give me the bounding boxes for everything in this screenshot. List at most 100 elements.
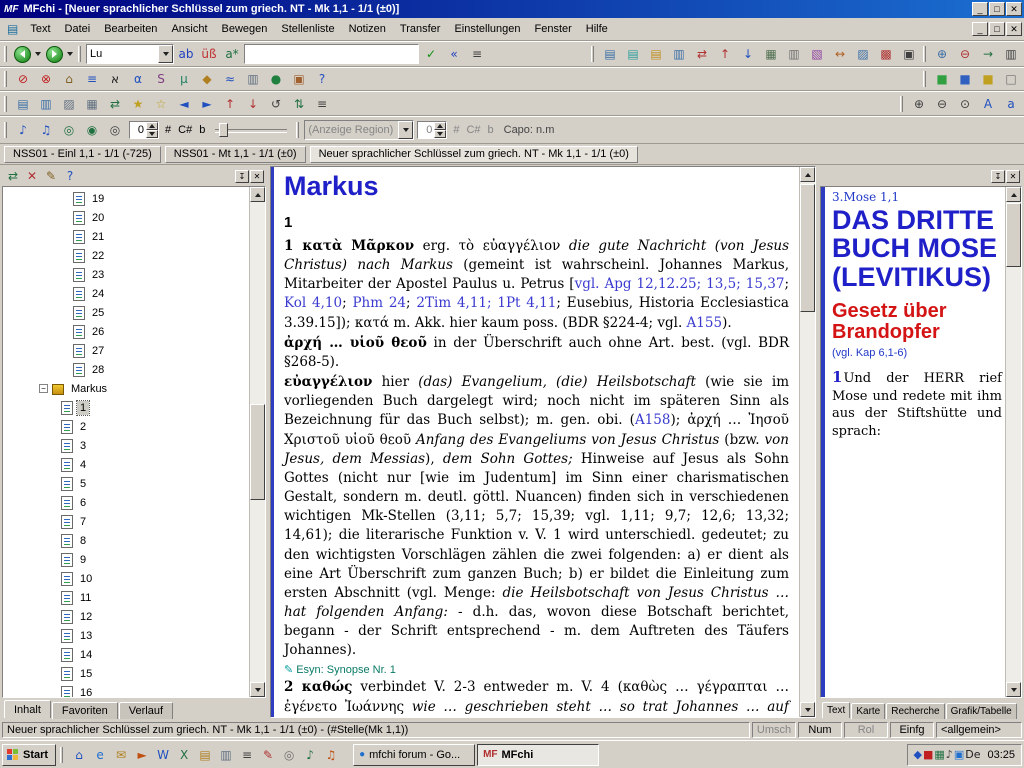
transpose-stepper[interactable]: 0	[129, 121, 159, 139]
concordance-icon[interactable]: ≈	[219, 69, 241, 89]
stop-playback-icon[interactable]: ◎	[104, 120, 126, 140]
sheet-view-icon[interactable]: ♫	[35, 120, 57, 140]
tempo-slider[interactable]	[215, 121, 287, 139]
menu-einstellungen[interactable]: Einstellungen	[447, 19, 527, 39]
edit-entry-icon[interactable]: ✎	[42, 168, 60, 185]
split-horizontal-icon[interactable]: ▤	[12, 94, 34, 114]
note-label[interactable]: C#	[178, 124, 192, 136]
text-columns-icon[interactable]: ▥	[783, 44, 805, 64]
highlight-yellow-icon[interactable]: ■	[977, 69, 999, 89]
tree-item[interactable]: 2	[3, 417, 249, 436]
scroll-down-button[interactable]	[800, 702, 815, 717]
parallel-scrollbar[interactable]	[1005, 187, 1021, 697]
font-smaller-icon[interactable]: a	[1000, 94, 1022, 114]
search-options-icon[interactable]: ≡	[466, 44, 488, 64]
internet-explorer-icon[interactable]: e	[90, 744, 110, 766]
tree-item-mk-1[interactable]: 1	[3, 398, 249, 417]
display-tray-icon[interactable]: ▣	[954, 748, 964, 761]
outlook-icon[interactable]: ✉	[111, 744, 131, 766]
menu-text[interactable]: Text	[23, 19, 57, 39]
font-larger-icon[interactable]: A	[977, 94, 999, 114]
start-button[interactable]: Start	[2, 744, 56, 766]
calculator-icon[interactable]: ≡	[237, 744, 257, 766]
menu-bearbeiten[interactable]: Bearbeiten	[97, 19, 164, 39]
scroll-thumb[interactable]	[800, 184, 815, 312]
toolbar-grip[interactable]	[4, 46, 7, 62]
tree-item[interactable]: 16	[3, 683, 249, 697]
toolbar-grip[interactable]	[78, 46, 81, 62]
menu-transfer[interactable]: Transfer	[393, 19, 448, 39]
note-label[interactable]: #	[165, 124, 171, 136]
tree-item[interactable]: 21	[3, 227, 249, 246]
scroll-track[interactable]	[1006, 202, 1021, 682]
tab-inhalt[interactable]: Inhalt	[4, 700, 51, 718]
child-caption-mk[interactable]: Neuer sprachlicher Schlüssel zum griech.…	[310, 146, 638, 163]
new-dictionary-window-icon[interactable]: ▤	[645, 44, 667, 64]
duplicate-window-icon[interactable]: ▥	[668, 44, 690, 64]
tree-item-markus[interactable]: − Markus	[3, 379, 249, 398]
toolbar-grip[interactable]	[591, 46, 594, 62]
scroll-down-button[interactable]	[1006, 682, 1021, 697]
pin-pane-button[interactable]: ↧	[991, 170, 1005, 183]
zoom-in-icon[interactable]: ⊕	[908, 94, 930, 114]
maximize-button[interactable]: □	[989, 2, 1005, 16]
greek-text-icon[interactable]: α	[127, 69, 149, 89]
close-pane-button[interactable]: ✕	[1006, 170, 1020, 183]
scroll-track[interactable]	[250, 202, 265, 682]
locate-current-icon[interactable]: ⇄	[4, 168, 22, 185]
mdi-restore-button[interactable]: □	[989, 22, 1005, 36]
tree-item[interactable]: 23	[3, 265, 249, 284]
tree-item[interactable]: 11	[3, 588, 249, 607]
tab-verlauf[interactable]: Verlauf	[119, 702, 173, 719]
previous-verse-icon[interactable]: ◄	[173, 94, 195, 114]
tree-item[interactable]: 12	[3, 607, 249, 626]
search-input[interactable]	[244, 44, 419, 64]
tree-item[interactable]: 8	[3, 531, 249, 550]
new-commentary-window-icon[interactable]: ▤	[622, 44, 644, 64]
menu-stellenliste[interactable]: Stellenliste	[274, 19, 341, 39]
tab-favoriten[interactable]: Favoriten	[52, 702, 118, 719]
menu-ansicht[interactable]: Ansicht	[164, 19, 214, 39]
images-icon[interactable]: ▣	[288, 69, 310, 89]
tab-grafik-tabelle[interactable]: Grafik/Tabelle	[946, 703, 1017, 719]
temple-timeline-icon[interactable]: ⌂	[58, 69, 80, 89]
context-help-icon[interactable]: ?	[311, 69, 333, 89]
first-chapter-icon[interactable]: ↑	[219, 94, 241, 114]
highlight-clear-icon[interactable]: □	[1000, 69, 1022, 89]
synopsis-link[interactable]: ✎Esyn: Synopse Nr. 1	[284, 663, 789, 676]
language-tray-icon[interactable]: De	[965, 748, 980, 761]
bookmark-list-icon[interactable]: ☆	[150, 94, 172, 114]
toolbar-grip[interactable]	[4, 96, 7, 112]
tree-item[interactable]: 3	[3, 436, 249, 455]
hebrew-text-icon[interactable]: א	[104, 69, 126, 89]
column-add-icon[interactable]: ⊕	[931, 44, 953, 64]
play-icon[interactable]: ◎	[58, 120, 80, 140]
scroll-thumb[interactable]	[1006, 203, 1021, 267]
note-label[interactable]: b	[488, 124, 494, 136]
start-search-icon[interactable]: ✓	[420, 44, 442, 64]
wildcard-search-icon[interactable]: a*	[221, 44, 243, 64]
region-combo[interactable]: (Anzeige Region)	[304, 120, 414, 140]
help-icon[interactable]: ?	[61, 168, 79, 185]
tree-item[interactable]: 28	[3, 360, 249, 379]
translation-combo[interactable]: Lu	[86, 44, 174, 64]
note-label[interactable]: b	[199, 124, 205, 136]
pin-pane-button[interactable]: ↧	[235, 170, 249, 183]
menu-notizen[interactable]: Notizen	[342, 19, 393, 39]
task-browser[interactable]: ● mfchi forum - Go...	[353, 744, 475, 766]
combo-dropdown-icon[interactable]	[398, 121, 413, 139]
parallel-view-icon[interactable]: ▥	[242, 69, 264, 89]
last-chapter-icon[interactable]: ↓	[242, 94, 264, 114]
column-remove-icon[interactable]: ⊖	[954, 44, 976, 64]
cascade-windows-icon[interactable]: ▨	[58, 94, 80, 114]
bookmark-add-icon[interactable]: ★	[127, 94, 149, 114]
antivirus-tray-icon[interactable]: ■	[923, 748, 933, 761]
chords-view-icon[interactable]: ♪	[12, 120, 34, 140]
tree-item[interactable]: 20	[3, 208, 249, 227]
tab-text[interactable]: Text	[822, 702, 850, 718]
back-button[interactable]	[12, 44, 32, 64]
previous-hit-icon[interactable]: «	[443, 44, 465, 64]
tree-item[interactable]: 19	[3, 189, 249, 208]
toolbar-grip[interactable]	[296, 122, 299, 138]
region-transpose-up-button[interactable]	[434, 122, 446, 130]
